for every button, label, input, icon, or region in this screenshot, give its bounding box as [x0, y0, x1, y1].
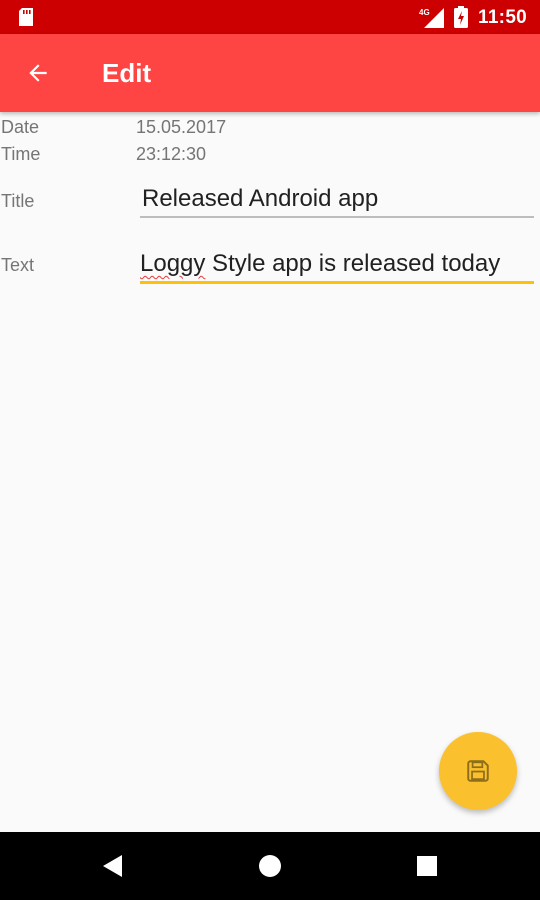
title-input-underline	[140, 216, 534, 218]
nav-home-icon	[259, 855, 281, 877]
date-label: Date	[1, 117, 40, 137]
date-value: 15.05.2017	[136, 117, 227, 137]
title-label: Title	[1, 191, 35, 211]
save-icon	[467, 760, 489, 782]
edit-screen: 4G 11:50 Edit Date 15.05.2017 Time 23:12…	[0, 0, 540, 900]
signal-icon: 4G	[419, 8, 444, 28]
sd-card-icon	[19, 8, 33, 26]
back-button[interactable]	[18, 53, 58, 93]
app-bar: Edit	[0, 34, 540, 112]
text-input[interactable]: Loggy Style app is released today	[140, 245, 534, 283]
text-label: Text	[1, 255, 35, 275]
navigation-bar	[0, 832, 540, 900]
nav-recents-button[interactable]	[407, 846, 447, 886]
text-input-underline	[140, 281, 534, 284]
time-value: 23:12:30	[136, 144, 207, 164]
nav-recents-icon	[417, 856, 437, 876]
title-input[interactable]	[140, 180, 534, 218]
nav-back-button[interactable]	[93, 846, 133, 886]
status-bar: 4G 11:50	[0, 0, 540, 34]
battery-icon	[454, 6, 468, 28]
page-title: Edit	[102, 58, 152, 88]
arrow-back-icon	[29, 64, 47, 82]
text-input-value: Style app is released today	[205, 250, 501, 277]
nav-home-button[interactable]	[250, 846, 290, 886]
save-button[interactable]	[439, 732, 517, 810]
network-type-label: 4G	[419, 8, 430, 17]
time-label: Time	[1, 144, 41, 164]
status-clock: 11:50	[478, 7, 528, 28]
nav-back-icon	[103, 855, 122, 877]
misspelled-word: Loggy	[140, 250, 206, 277]
